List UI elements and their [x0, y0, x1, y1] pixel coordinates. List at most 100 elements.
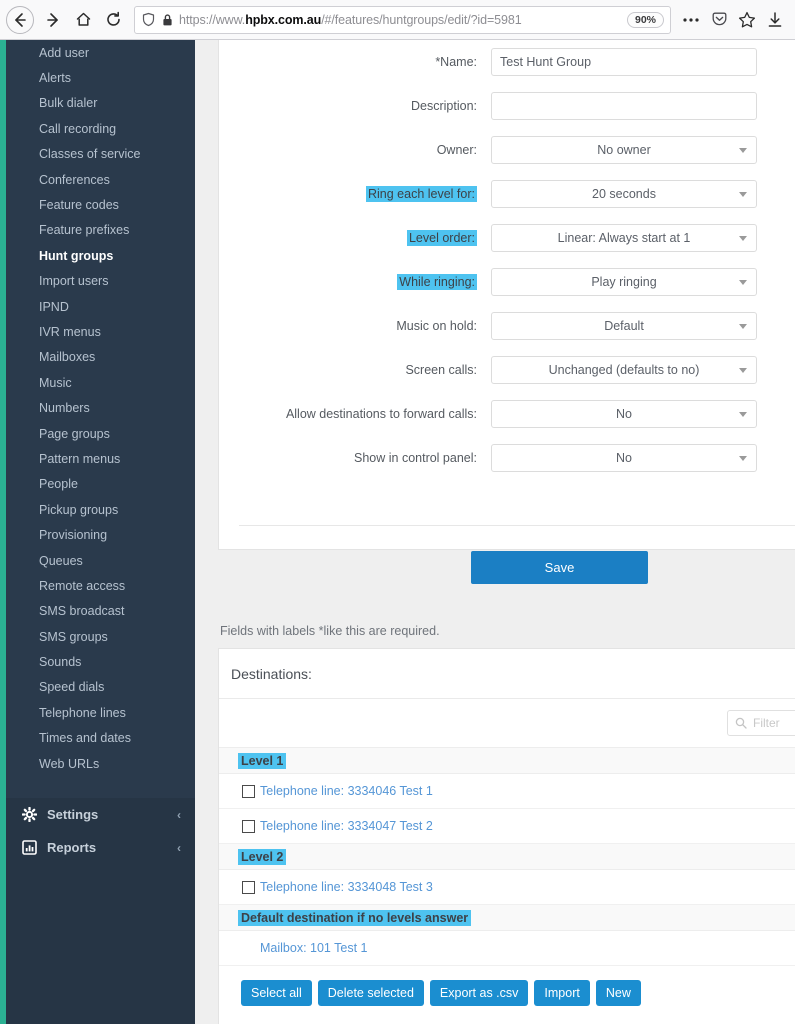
new-button[interactable]: New [595, 980, 641, 1006]
sidebar-item-label: Feature prefixes [39, 223, 130, 238]
form-row-allow-destinations-to-forward-calls: Allow destinations to forward calls: No [219, 392, 795, 436]
sidebar-item-hunt-groups[interactable]: Hunt groups [6, 243, 195, 268]
sidebar-item-sounds[interactable]: Sounds [6, 649, 195, 674]
sidebar-group-settings[interactable]: Settings ‹ [6, 798, 195, 831]
chevron-down-icon [739, 456, 747, 461]
destination-checkbox[interactable] [242, 784, 255, 798]
form-label-music-on-hold: Music on hold: [219, 319, 491, 333]
sidebar-item-label: SMS broadcast [39, 604, 125, 619]
sidebar-item-ipnd[interactable]: IPND [6, 294, 195, 319]
form-row-music-on-hold: Music on hold: Default [219, 304, 795, 348]
download-arrow-icon[interactable] [761, 5, 789, 35]
sidebar-item-add-user[interactable]: Add user [6, 40, 195, 65]
sidebar-item-call-recording[interactable]: Call recording [6, 116, 195, 141]
destination-label[interactable]: Telephone line: 3334046 Test 1 [260, 784, 433, 798]
sidebar-item-queues[interactable]: Queues [6, 548, 195, 573]
filter-input[interactable] [753, 716, 795, 730]
sidebar-item-label: Telephone lines [39, 705, 126, 720]
select-all-button[interactable]: Select all [241, 980, 312, 1006]
select-level-order[interactable]: Linear: Always start at 1 [491, 224, 757, 252]
select-screen-calls[interactable]: Unchanged (defaults to no) [491, 356, 757, 384]
sidebar-item-pattern-menus[interactable]: Pattern menus [6, 446, 195, 471]
ellipsis-icon[interactable] [677, 5, 705, 35]
sidebar-item-times-and-dates[interactable]: Times and dates [6, 726, 195, 751]
sidebar-item-label: Classes of service [39, 147, 141, 162]
back-arrow-icon[interactable] [6, 5, 34, 34]
export-as-csv-button[interactable]: Export as .csv [429, 980, 529, 1006]
shield-icon[interactable] [141, 12, 156, 27]
sidebar-item-web-urls[interactable]: Web URLs [6, 751, 195, 776]
sidebar-item-ivr-menus[interactable]: IVR menus [6, 319, 195, 344]
sidebar-item-people[interactable]: People [6, 472, 195, 497]
page-body: Add user Alerts Bulk dialer Call recording C… [0, 40, 795, 1024]
destination-label[interactable]: Telephone line: 3334047 Test 2 [260, 819, 433, 833]
delete-selected-button[interactable]: Delete selected [317, 980, 424, 1006]
padlock-icon[interactable] [161, 13, 174, 27]
chevron-left-icon: ‹ [177, 807, 181, 822]
sidebar-item-sms-broadcast[interactable]: SMS broadcast [6, 599, 195, 624]
form-label-level-order: Level order: [219, 230, 491, 246]
select-allow-destinations-to-forward-calls[interactable]: No [491, 400, 757, 428]
destination-row[interactable]: Telephone line: 3334046 Test 1 [219, 774, 795, 809]
zoom-level-badge[interactable]: 90% [626, 11, 664, 28]
sidebar-item-numbers[interactable]: Numbers [6, 395, 195, 420]
pocket-icon[interactable] [705, 5, 733, 35]
sidebar-item-remote-access[interactable]: Remote access [6, 573, 195, 598]
destination-row[interactable]: Telephone line: 3334047 Test 2 [219, 809, 795, 844]
sidebar-group-label: Settings [47, 807, 99, 822]
sidebar-item-label: Remote access [39, 578, 126, 593]
input-description[interactable] [491, 92, 757, 120]
sidebar-item-feature-codes[interactable]: Feature codes [6, 192, 195, 217]
destination-row[interactable]: Mailbox: 101 Test 1 [219, 931, 795, 966]
form-row-while-ringing: While ringing: Play ringing [219, 260, 795, 304]
star-icon[interactable] [733, 5, 761, 35]
sidebar-item-mailboxes[interactable]: Mailboxes [6, 345, 195, 370]
destination-checkbox[interactable] [242, 819, 255, 833]
sidebar-item-label: Bulk dialer [39, 96, 98, 111]
destination-label[interactable]: Telephone line: 3334048 Test 3 [260, 880, 433, 894]
import-button[interactable]: Import [534, 980, 590, 1006]
form-row-ring-each-level-for: Ring each level for: 20 seconds [219, 172, 795, 216]
destination-row[interactable]: Telephone line: 3334048 Test 3 [219, 870, 795, 905]
forward-arrow-icon[interactable] [38, 5, 68, 35]
sidebar-item-speed-dials[interactable]: Speed dials [6, 675, 195, 700]
sidebar-group-reports[interactable]: Reports ‹ [6, 831, 195, 864]
chevron-down-icon [739, 148, 747, 153]
select-show-in-control-panel[interactable]: No [491, 444, 757, 472]
sidebar-item-pickup-groups[interactable]: Pickup groups [6, 497, 195, 522]
filter-input-wrapper[interactable] [727, 710, 795, 736]
filter-bar [219, 699, 795, 747]
sidebar-item-label: Numbers [39, 401, 90, 416]
home-icon[interactable] [68, 5, 98, 35]
destination-checkbox[interactable] [242, 880, 255, 894]
sidebar-group-label: Reports [47, 840, 97, 855]
sidebar-item-page-groups[interactable]: Page groups [6, 421, 195, 446]
sidebar-item-music[interactable]: Music [6, 370, 195, 395]
sidebar-item-alerts[interactable]: Alerts [6, 65, 195, 90]
sidebar-item-import-users[interactable]: Import users [6, 269, 195, 294]
destination-label[interactable]: Mailbox: 101 Test 1 [260, 941, 367, 955]
address-bar[interactable]: https://www.hpbx.com.au/#/features/huntg… [134, 5, 671, 34]
level-label: Default destination if no levels answer [238, 909, 472, 926]
select-while-ringing[interactable]: Play ringing [491, 268, 757, 296]
sidebar-item-classes-of-service[interactable]: Classes of service [6, 142, 195, 167]
select-owner[interactable]: No owner [491, 136, 757, 164]
sidebar-item-telephone-lines[interactable]: Telephone lines [6, 700, 195, 725]
chevron-down-icon [739, 412, 747, 417]
level-label: Level 2 [238, 848, 287, 865]
select-music-on-hold[interactable]: Default [491, 312, 757, 340]
sidebar-item-sms-groups[interactable]: SMS groups [6, 624, 195, 649]
sidebar-item-bulk-dialer[interactable]: Bulk dialer [6, 91, 195, 116]
field-value: Default [604, 319, 644, 333]
reload-icon[interactable] [98, 5, 128, 35]
sidebar-item-provisioning[interactable]: Provisioning [6, 522, 195, 547]
select-ring-each-level-for[interactable]: 20 seconds [491, 180, 757, 208]
sidebar-item-feature-prefixes[interactable]: Feature prefixes [6, 218, 195, 243]
input-name[interactable]: Test Hunt Group [491, 48, 757, 76]
form-row-description: Description: [219, 84, 795, 128]
save-button[interactable]: Save [471, 551, 648, 584]
sidebar-item-label: Alerts [39, 71, 71, 86]
sidebar-item-label: Call recording [39, 121, 117, 136]
destination-level-header: Default destination if no levels answer [219, 905, 795, 931]
sidebar-item-conferences[interactable]: Conferences [6, 167, 195, 192]
